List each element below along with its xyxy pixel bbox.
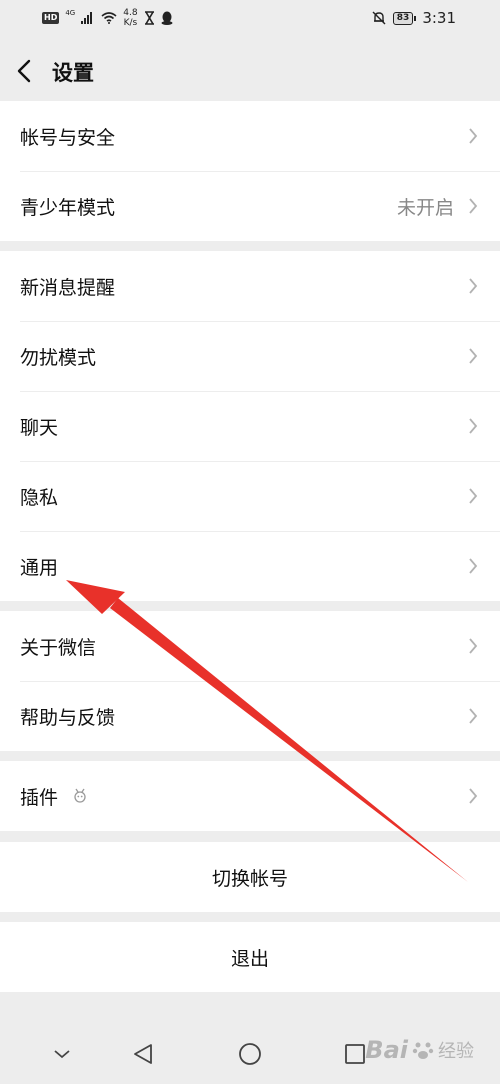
settings-row-teen-mode[interactable]: 青少年模式 未开启 bbox=[0, 171, 500, 241]
settings-row-account-security[interactable]: 帐号与安全 bbox=[0, 101, 500, 171]
signal-icon bbox=[81, 12, 93, 24]
chevron-right-icon bbox=[469, 278, 478, 294]
plugin-icon bbox=[74, 788, 86, 803]
status-left: HD 4G 4.8 K/s bbox=[42, 8, 173, 28]
watermark-sub: 经验 bbox=[438, 1041, 474, 1062]
chevron-right-icon bbox=[469, 348, 478, 364]
settings-row-plugins[interactable]: 插件 bbox=[0, 761, 500, 831]
page-title: 设置 bbox=[52, 61, 94, 85]
status-right: 83 3:31 bbox=[371, 9, 456, 27]
settings-group-account: 帐号与安全 青少年模式 未开启 bbox=[0, 101, 500, 241]
speed-unit: K/s bbox=[123, 18, 138, 28]
watermark-brand: Bai bbox=[365, 1036, 408, 1064]
network-speed: 4.8 K/s bbox=[123, 8, 137, 28]
settings-row-chat[interactable]: 聊天 bbox=[0, 391, 500, 461]
row-label: 勿扰模式 bbox=[20, 346, 97, 369]
network-label: 4G bbox=[65, 9, 76, 17]
mute-bell-icon bbox=[372, 11, 386, 25]
settings-group-plugins: 插件 bbox=[0, 761, 500, 831]
collapse-chevron-icon[interactable] bbox=[52, 1048, 72, 1060]
baidu-watermark: Bai 经验 bbox=[365, 1036, 474, 1064]
row-label: 关于微信 bbox=[20, 636, 97, 659]
nav-back-icon[interactable] bbox=[132, 1042, 154, 1066]
settings-group-messaging: 新消息提醒 勿扰模式 聊天 隐私 通用 bbox=[0, 251, 500, 601]
chevron-right-icon bbox=[469, 708, 478, 724]
status-time: 3:31 bbox=[422, 9, 456, 27]
settings-row-do-not-disturb[interactable]: 勿扰模式 bbox=[0, 321, 500, 391]
nav-recents-icon[interactable] bbox=[344, 1043, 366, 1065]
chevron-right-icon bbox=[469, 128, 478, 144]
hourglass-icon bbox=[144, 11, 154, 25]
row-label: 插件 bbox=[20, 786, 59, 809]
switch-account-button[interactable]: 切换帐号 bbox=[0, 842, 500, 912]
battery-level: 83 bbox=[392, 11, 414, 25]
row-label: 帐号与安全 bbox=[20, 126, 116, 149]
hd-badge: HD bbox=[42, 12, 60, 24]
row-label: 帮助与反馈 bbox=[20, 706, 116, 729]
battery-indicator: 83 bbox=[392, 11, 417, 25]
qq-penguin-icon bbox=[161, 11, 173, 25]
chevron-right-icon bbox=[469, 418, 478, 434]
row-label: 新消息提醒 bbox=[20, 276, 116, 299]
chevron-right-icon bbox=[469, 558, 478, 574]
chevron-right-icon bbox=[469, 788, 478, 804]
row-label: 隐私 bbox=[20, 486, 59, 509]
back-arrow-icon[interactable] bbox=[14, 58, 36, 84]
teen-mode-status: 未开启 bbox=[396, 196, 454, 219]
row-label: 通用 bbox=[20, 556, 59, 579]
logout-button[interactable]: 退出 bbox=[0, 922, 500, 992]
row-label: 聊天 bbox=[20, 416, 59, 439]
chevron-right-icon bbox=[469, 198, 478, 214]
wifi-icon bbox=[101, 12, 117, 24]
chevron-right-icon bbox=[469, 638, 478, 654]
row-label: 青少年模式 bbox=[20, 196, 116, 219]
settings-row-about-wechat[interactable]: 关于微信 bbox=[0, 611, 500, 681]
status-bar: HD 4G 4.8 K/s 83 3:31 bbox=[0, 0, 500, 40]
settings-row-new-message-notification[interactable]: 新消息提醒 bbox=[0, 251, 500, 321]
baidu-paw-icon bbox=[412, 1042, 434, 1059]
settings-group-about: 关于微信 帮助与反馈 bbox=[0, 611, 500, 751]
header-bar: 设置 bbox=[0, 40, 500, 102]
speed-value: 4.8 bbox=[123, 8, 138, 18]
chevron-right-icon bbox=[469, 488, 478, 504]
settings-row-privacy[interactable]: 隐私 bbox=[0, 461, 500, 531]
nav-home-icon[interactable] bbox=[238, 1042, 262, 1066]
battery-tip bbox=[414, 15, 417, 21]
settings-row-general[interactable]: 通用 bbox=[0, 531, 500, 601]
settings-row-help-feedback[interactable]: 帮助与反馈 bbox=[0, 681, 500, 751]
